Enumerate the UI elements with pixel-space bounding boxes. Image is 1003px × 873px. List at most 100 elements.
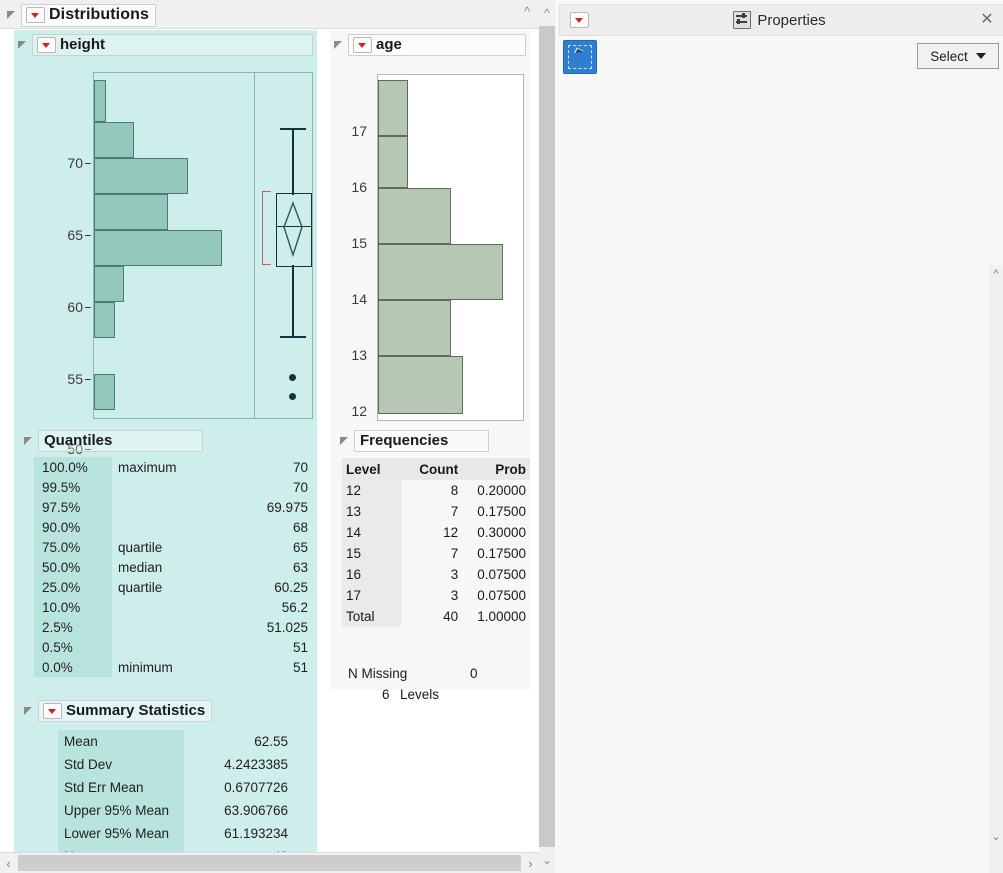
- quantile-value: 68: [218, 517, 314, 537]
- histogram-bar[interactable]: [378, 244, 503, 300]
- properties-vertical-scrollbar[interactable]: ^ ⌄: [989, 265, 1003, 873]
- freq-count: 40: [401, 606, 462, 627]
- summary-statistics-outline-header[interactable]: Summary Statistics: [20, 700, 212, 722]
- freq-count: 7: [401, 543, 462, 564]
- select-cursor-tool-button[interactable]: [563, 40, 597, 74]
- close-icon[interactable]: ✕: [970, 12, 1003, 28]
- histogram-bar[interactable]: [378, 188, 451, 244]
- histogram-bar[interactable]: [94, 230, 222, 266]
- report-scroll-up-arrow[interactable]: ^: [517, 3, 537, 21]
- histogram-bar[interactable]: [378, 80, 408, 136]
- outlier-point[interactable]: [289, 393, 296, 400]
- histogram-bar[interactable]: [94, 122, 134, 158]
- histogram-bar[interactable]: [378, 136, 408, 188]
- table-row: Std Err Mean 0.6707726: [58, 776, 294, 799]
- quantiles-table[interactable]: 100.0% maximum 70 99.5% 70 97.5% 69.975 …: [34, 457, 314, 677]
- distributions-title-chip[interactable]: Distributions: [21, 4, 156, 27]
- outlier-point[interactable]: [289, 374, 296, 381]
- histogram-bar[interactable]: [378, 300, 451, 356]
- freq-level: 15: [342, 543, 401, 564]
- scroll-thumb[interactable]: [18, 855, 521, 871]
- properties-title-group: Properties: [589, 11, 970, 29]
- table-row: 99.5% 70: [34, 477, 314, 497]
- red-triangle-menu-icon[interactable]: [43, 703, 62, 719]
- stat-value: 4.2423385: [184, 753, 294, 776]
- histogram-bar[interactable]: [94, 266, 124, 302]
- table-row: 17 3 0.07500: [342, 585, 530, 606]
- report-horizontal-scrollbar[interactable]: ‹ ›: [0, 852, 539, 873]
- pane-splitter[interactable]: ^ ⌄: [539, 0, 555, 873]
- histogram-bar[interactable]: [94, 302, 115, 338]
- distributions-outline-header[interactable]: Distributions: [7, 4, 156, 27]
- stat-label: Std Dev: [58, 753, 184, 776]
- quantiles-outline-header[interactable]: Quantiles: [20, 430, 203, 452]
- freq-level: 17: [342, 585, 401, 606]
- stat-value: 61.193234: [184, 822, 294, 845]
- red-triangle-menu-icon[interactable]: [570, 12, 589, 28]
- splitter-scroll-up[interactable]: ^: [539, 0, 555, 26]
- freq-level: 12: [342, 480, 401, 501]
- properties-panel: Properties ✕ Select ListBox: [555, 0, 1003, 873]
- table-row: 100.0% maximum 70: [34, 457, 314, 477]
- properties-window-title: Properties: [757, 12, 825, 29]
- freq-prob: 0.17500: [462, 543, 530, 564]
- red-triangle-menu-icon[interactable]: [26, 7, 45, 23]
- quantile-value: 51: [218, 657, 314, 677]
- freq-count: 3: [401, 585, 462, 606]
- scroll-left-arrow[interactable]: ‹: [0, 856, 17, 871]
- quantile-label: [112, 617, 218, 637]
- n-missing-label: N Missing: [348, 666, 407, 681]
- levels-label: Levels: [400, 687, 439, 702]
- height-histogram-graph[interactable]: [93, 72, 313, 419]
- height-outline-header[interactable]: height: [14, 30, 317, 60]
- distribution-card-height: height 70 65 60 55 50: [14, 30, 317, 856]
- disclosure-open-icon[interactable]: [24, 707, 33, 716]
- red-triangle-menu-icon[interactable]: [37, 37, 56, 53]
- quantile-value: 56.2: [218, 597, 314, 617]
- splitter-scroll-down[interactable]: ⌄: [539, 847, 555, 873]
- report-pane: Distributions ^ height 70 65 60 55 50: [0, 0, 540, 873]
- age-outline-header[interactable]: age: [330, 30, 530, 60]
- axis-tick-13: 13: [351, 347, 367, 363]
- freq-level: 13: [342, 501, 401, 522]
- disclosure-open-icon[interactable]: [7, 11, 16, 20]
- histogram-bar[interactable]: [94, 374, 115, 410]
- select-dropdown-button[interactable]: Select: [917, 43, 999, 69]
- height-title-chip[interactable]: height: [32, 34, 313, 56]
- quantile-label: [112, 517, 218, 537]
- quantile-pct: 100.0%: [34, 457, 112, 477]
- age-histogram-graph[interactable]: [377, 74, 524, 421]
- freq-prob: 0.07500: [462, 564, 530, 585]
- age-panel-title: age: [376, 36, 402, 53]
- disclosure-open-icon[interactable]: [340, 437, 349, 446]
- scroll-up-arrow[interactable]: ^: [989, 265, 1003, 280]
- upper-whisker: [292, 128, 294, 195]
- quantile-pct: 0.5%: [34, 637, 112, 657]
- summary-title-chip[interactable]: Summary Statistics: [38, 700, 212, 722]
- frequencies-outline-header[interactable]: Frequencies: [336, 430, 489, 452]
- summary-statistics-table[interactable]: Mean 62.55 Std Dev 4.2423385 Std Err Mea…: [58, 730, 294, 868]
- graph-divider: [254, 73, 255, 418]
- scroll-right-arrow[interactable]: ›: [522, 856, 539, 871]
- quantile-label: [112, 637, 218, 657]
- age-title-chip[interactable]: age: [348, 34, 526, 56]
- col-header-level: Level: [342, 458, 401, 480]
- table-row: Std Dev 4.2423385: [58, 753, 294, 776]
- histogram-bar[interactable]: [94, 194, 168, 230]
- col-header-prob: Prob: [462, 458, 530, 480]
- histogram-bar[interactable]: [94, 158, 188, 194]
- disclosure-open-icon[interactable]: [18, 41, 27, 50]
- histogram-bar[interactable]: [94, 80, 106, 122]
- quantile-pct: 10.0%: [34, 597, 112, 617]
- red-triangle-menu-icon[interactable]: [353, 37, 372, 53]
- disclosure-open-icon[interactable]: [334, 41, 343, 50]
- disclosure-open-icon[interactable]: [24, 437, 33, 446]
- axis-tick-12: 12: [351, 403, 367, 419]
- stat-value: 62.55: [184, 730, 294, 753]
- histogram-bar[interactable]: [378, 356, 463, 414]
- mean-diamond-icon: [275, 193, 311, 267]
- frequencies-table[interactable]: Level Count Prob 12 8 0.20000 13 7 0.175…: [342, 458, 530, 627]
- table-row: 0.0% minimum 51: [34, 657, 314, 677]
- properties-titlebar: Properties ✕: [559, 4, 1003, 36]
- scroll-down-arrow[interactable]: ⌄: [989, 830, 1003, 843]
